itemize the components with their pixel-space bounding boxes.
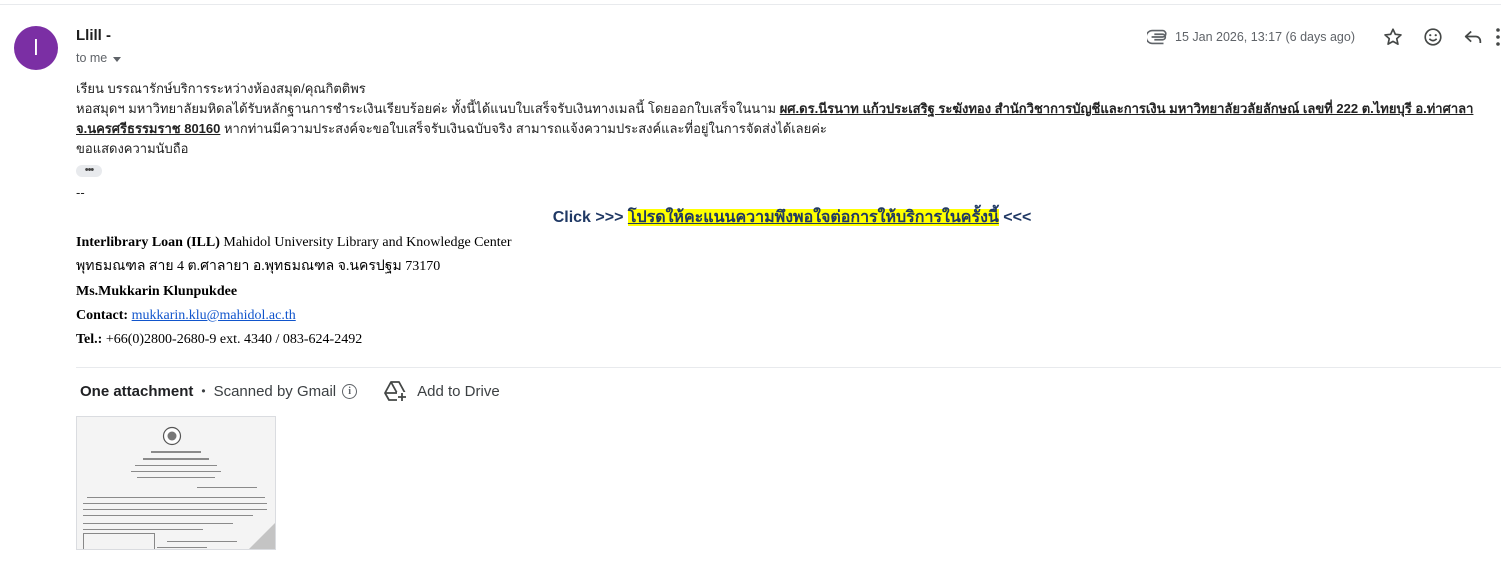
cta-suffix: <<<: [998, 209, 1032, 226]
avatar-initial: l: [33, 35, 39, 60]
university-seal-icon: [162, 426, 182, 446]
body-paragraph: หอสมุดฯ มหาวิทยาลัยมหิดลได้รับหลักฐานการ…: [76, 99, 1486, 139]
top-divider: [0, 4, 1501, 5]
cta-prefix: Click >>>: [552, 209, 628, 226]
attachment-icon: [1147, 29, 1167, 45]
info-icon[interactable]: i: [342, 383, 358, 399]
attachments-divider: [76, 367, 1501, 368]
survey-link[interactable]: โปรดให้คะแนนความพึงพอใจต่อการให้บริการใน…: [627, 209, 999, 226]
recipient-line: to me: [76, 51, 122, 65]
reply-icon: [1464, 30, 1482, 43]
sender-name[interactable]: Llill -: [76, 27, 111, 44]
message-date: 15 Jan 2026, 13:17 (6 days ago): [1175, 30, 1355, 44]
email-signature: Interlibrary Loan (ILL) Mahidol Universi…: [76, 233, 511, 354]
more-options-button[interactable]: [1493, 22, 1501, 52]
attachment-thumbnail[interactable]: [76, 416, 276, 550]
receipt-preview-image: [77, 417, 275, 549]
show-trimmed-content-button[interactable]: •••: [76, 165, 102, 177]
signature-contact: Contact: mukkarin.klu@mahidol.ac.th: [76, 306, 511, 330]
body-text-tail: หากท่านมีความประสงค์จะขอใบเสร็จรับเงินฉบ…: [220, 121, 827, 136]
attachments-title: One attachment: [80, 382, 194, 400]
contact-email-link[interactable]: mukkarin.klu@mahidol.ac.th: [132, 308, 296, 323]
greeting: เรียน บรรณารักษ์บริการระหว่างห้องสมุด/คุ…: [76, 81, 366, 96]
page-fold-corner: [249, 523, 275, 549]
signature-separator: --: [76, 185, 85, 200]
more-vert-icon: [1496, 28, 1500, 46]
tel-label: Tel.:: [76, 332, 103, 348]
signature-org: Interlibrary Loan (ILL) Mahidol Universi…: [76, 233, 511, 257]
star-button[interactable]: [1373, 22, 1413, 52]
scan-status: Scanned by Gmail: [213, 382, 337, 400]
add-to-drive-button[interactable]: Add to Drive: [383, 380, 500, 402]
add-to-drive-label: Add to Drive: [417, 382, 500, 400]
signature-person-name: Ms.Mukkarin Klunpukdee: [76, 283, 238, 299]
reply-button[interactable]: [1453, 22, 1493, 52]
sender-avatar[interactable]: l: [14, 26, 58, 70]
body-text: หอสมุดฯ มหาวิทยาลัยมหิดลได้รับหลักฐานการ…: [76, 101, 780, 116]
attachments-header: One attachment • Scanned by Gmail i Add …: [80, 380, 500, 402]
drive-add-icon: [384, 381, 408, 402]
signature-tel: Tel.: +66(0)2800-2680-9 ext. 4340 / 083-…: [76, 330, 511, 354]
signature-org-bold: Interlibrary Loan (ILL): [76, 235, 220, 250]
signature-org-rest: Mahidol University Library and Knowledge…: [219, 235, 512, 250]
recipient-label: to me: [76, 51, 108, 65]
star-icon: [1384, 28, 1402, 45]
recipient-details-dropdown-icon[interactable]: [113, 56, 122, 62]
tel-value: +66(0)2800-2680-9 ext. 4340 / 083-624-24…: [102, 332, 363, 348]
emoji-icon: [1424, 28, 1442, 46]
message-body: เรียน บรรณารักษ์บริการระหว่างห้องสมุด/คุ…: [76, 79, 1486, 203]
contact-label: Contact:: [76, 307, 129, 323]
signature-person: Ms.Mukkarin Klunpukdee: [76, 282, 511, 306]
message-meta: 15 Jan 2026, 13:17 (6 days ago): [1147, 22, 1501, 52]
signature-address: พุทธมณฑล สาย 4 ต.ศาลายา อ.พุทธมณฑล จ.นคร…: [76, 259, 441, 275]
add-reaction-button[interactable]: [1413, 22, 1453, 52]
closing: ขอแสดงความนับถือ: [76, 141, 189, 156]
attachments-separator: •: [201, 384, 206, 398]
survey-cta: Click >>> โปรดให้คะแนนความพึงพอใจต่อการใ…: [0, 205, 1501, 230]
